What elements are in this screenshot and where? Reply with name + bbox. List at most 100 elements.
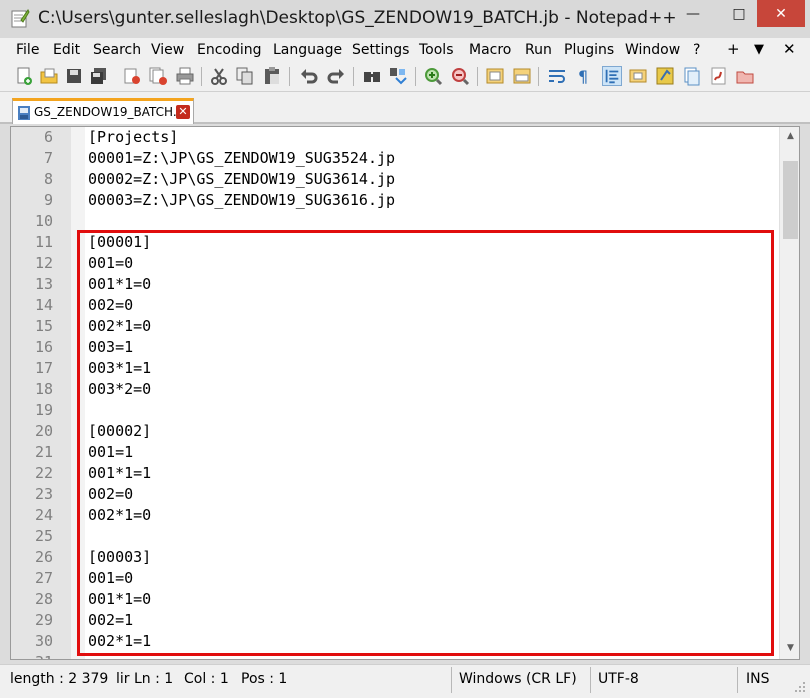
code-line[interactable]: 001*1=0 bbox=[88, 274, 151, 295]
macro-record-icon[interactable] bbox=[735, 66, 755, 86]
paste-icon[interactable] bbox=[262, 66, 282, 86]
code-line[interactable]: [00001] bbox=[88, 232, 151, 253]
document-map-icon[interactable] bbox=[628, 66, 648, 86]
line-number: 27 bbox=[34, 569, 53, 587]
toolbar-separator bbox=[353, 67, 354, 86]
word-wrap-icon[interactable] bbox=[547, 66, 567, 86]
tab-list-dropdown-icon[interactable]: ▼ bbox=[754, 42, 764, 57]
print-icon[interactable] bbox=[175, 66, 195, 86]
monitoring-icon[interactable] bbox=[709, 66, 729, 86]
copy-icon[interactable] bbox=[235, 66, 255, 86]
zoom-out-icon[interactable] bbox=[450, 66, 470, 86]
folder-workspace-icon[interactable] bbox=[682, 66, 702, 86]
toolbar: ¶ bbox=[0, 62, 810, 92]
status-bar: length : 2 379 lir Ln : 1 Col : 1 Pos : … bbox=[0, 664, 810, 698]
sync-vertical-icon[interactable] bbox=[485, 66, 505, 86]
find-icon[interactable] bbox=[362, 66, 382, 86]
redo-icon[interactable] bbox=[326, 66, 346, 86]
sync-horizontal-icon[interactable] bbox=[512, 66, 532, 86]
code-line[interactable]: 002*1=0 bbox=[88, 505, 151, 526]
fold-margin[interactable] bbox=[71, 127, 85, 659]
zoom-in-icon[interactable] bbox=[423, 66, 443, 86]
menu-edit[interactable]: Edit bbox=[53, 42, 80, 58]
show-all-chars-icon[interactable]: ¶ bbox=[573, 66, 593, 86]
code-line[interactable]: 003=1 bbox=[88, 337, 133, 358]
status-eol-format[interactable]: Windows (CR LF) bbox=[459, 671, 577, 687]
menu-tools[interactable]: Tools bbox=[419, 42, 454, 58]
open-file-icon[interactable] bbox=[39, 66, 59, 86]
cut-icon[interactable] bbox=[209, 66, 229, 86]
new-tab-plus-icon[interactable]: + bbox=[727, 40, 740, 58]
title-bar: C:\Users\gunter.selleslagh\Desktop\GS_ZE… bbox=[0, 0, 810, 38]
menu-file[interactable]: File bbox=[16, 42, 39, 58]
line-number: 15 bbox=[34, 317, 53, 335]
vertical-scrollbar[interactable]: ▲ ▼ bbox=[779, 127, 799, 659]
code-line[interactable]: 001=1 bbox=[88, 442, 133, 463]
minimize-button[interactable]: — bbox=[670, 0, 716, 27]
close-icon[interactable] bbox=[122, 66, 142, 86]
undo-icon[interactable] bbox=[299, 66, 319, 86]
line-number: 18 bbox=[34, 380, 53, 398]
menu-plugins[interactable]: Plugins bbox=[564, 42, 614, 58]
menu-macro[interactable]: Macro bbox=[469, 42, 511, 58]
line-number: 23 bbox=[34, 485, 53, 503]
code-line[interactable]: 002=1 bbox=[88, 610, 133, 631]
line-number: 30 bbox=[34, 632, 53, 650]
new-file-icon[interactable] bbox=[14, 66, 34, 86]
notepadpp-app-icon[interactable] bbox=[10, 8, 30, 28]
tab-gs-zendow19-batch[interactable]: GS_ZENDOW19_BATCH.jb ✕ bbox=[12, 98, 194, 124]
code-line[interactable]: 00003=Z:\JP\GS_ZENDOW19_SUG3616.jp bbox=[88, 190, 395, 211]
menu-help[interactable]: ? bbox=[693, 42, 700, 58]
window-title: C:\Users\gunter.selleslagh\Desktop\GS_ZE… bbox=[38, 8, 677, 28]
tab-close-icon[interactable]: ✕ bbox=[176, 105, 190, 119]
save-icon[interactable] bbox=[64, 66, 84, 86]
editor-area[interactable]: 6 7 8 9 10 11 12 13 14 15 16 17 18 19 20 21 22 23 24 25 26 27… bbox=[10, 126, 800, 660]
code-line[interactable]: 003*2=0 bbox=[88, 379, 151, 400]
maximize-button[interactable]: □ bbox=[716, 0, 762, 27]
line-number: 7 bbox=[43, 149, 53, 167]
toolbar-separator bbox=[415, 67, 416, 86]
close-all-icon[interactable] bbox=[148, 66, 168, 86]
code-line[interactable]: [00002] bbox=[88, 421, 151, 442]
indent-guide-icon[interactable] bbox=[602, 66, 622, 86]
menu-view[interactable]: View bbox=[151, 42, 184, 58]
line-number: 28 bbox=[34, 590, 53, 608]
status-position: Pos : 1 bbox=[241, 671, 288, 687]
code-line[interactable]: 001=0 bbox=[88, 253, 133, 274]
status-insert-mode[interactable]: INS bbox=[746, 671, 770, 687]
saved-file-icon bbox=[18, 106, 30, 120]
code-line[interactable]: 001=0 bbox=[88, 568, 133, 589]
function-list-icon[interactable] bbox=[655, 66, 675, 86]
code-line[interactable]: 001*1=0 bbox=[88, 589, 151, 610]
code-line[interactable]: 003*1=1 bbox=[88, 358, 151, 379]
scroll-up-icon[interactable]: ▲ bbox=[780, 127, 799, 145]
code-line[interactable]: 00001=Z:\JP\GS_ZENDOW19_SUG3524.jp bbox=[88, 148, 395, 169]
menu-search[interactable]: Search bbox=[93, 42, 141, 58]
menu-run[interactable]: Run bbox=[525, 42, 552, 58]
code-line[interactable]: 00002=Z:\JP\GS_ZENDOW19_SUG3614.jp bbox=[88, 169, 395, 190]
toolbar-separator bbox=[289, 67, 290, 86]
code-line[interactable]: 002=0 bbox=[88, 484, 133, 505]
toolbar-separator bbox=[201, 67, 202, 86]
menu-encoding[interactable]: Encoding bbox=[197, 42, 262, 58]
replace-icon[interactable] bbox=[388, 66, 408, 86]
menu-language[interactable]: Language bbox=[273, 42, 342, 58]
line-number: 10 bbox=[34, 212, 53, 230]
status-encoding[interactable]: UTF-8 bbox=[598, 671, 639, 687]
code-line[interactable]: [00003] bbox=[88, 547, 151, 568]
close-document-icon[interactable]: ✕ bbox=[783, 40, 796, 58]
menu-settings[interactable]: Settings bbox=[352, 42, 409, 58]
scroll-down-icon[interactable]: ▼ bbox=[780, 639, 799, 657]
close-window-button[interactable]: ✕ bbox=[757, 0, 805, 27]
code-line[interactable]: 002*1=0 bbox=[88, 316, 151, 337]
resize-grip-icon[interactable] bbox=[792, 679, 806, 693]
code-line[interactable]: [Projects] bbox=[88, 127, 178, 148]
code-line[interactable]: 001*1=1 bbox=[88, 463, 151, 484]
save-all-icon[interactable] bbox=[89, 66, 109, 86]
scrollbar-thumb[interactable] bbox=[783, 161, 798, 239]
menu-window[interactable]: Window bbox=[625, 42, 680, 58]
code-line[interactable]: 002=0 bbox=[88, 295, 133, 316]
code-line[interactable]: 002*1=1 bbox=[88, 631, 151, 652]
line-number: 8 bbox=[43, 170, 53, 188]
line-number: 24 bbox=[34, 506, 53, 524]
